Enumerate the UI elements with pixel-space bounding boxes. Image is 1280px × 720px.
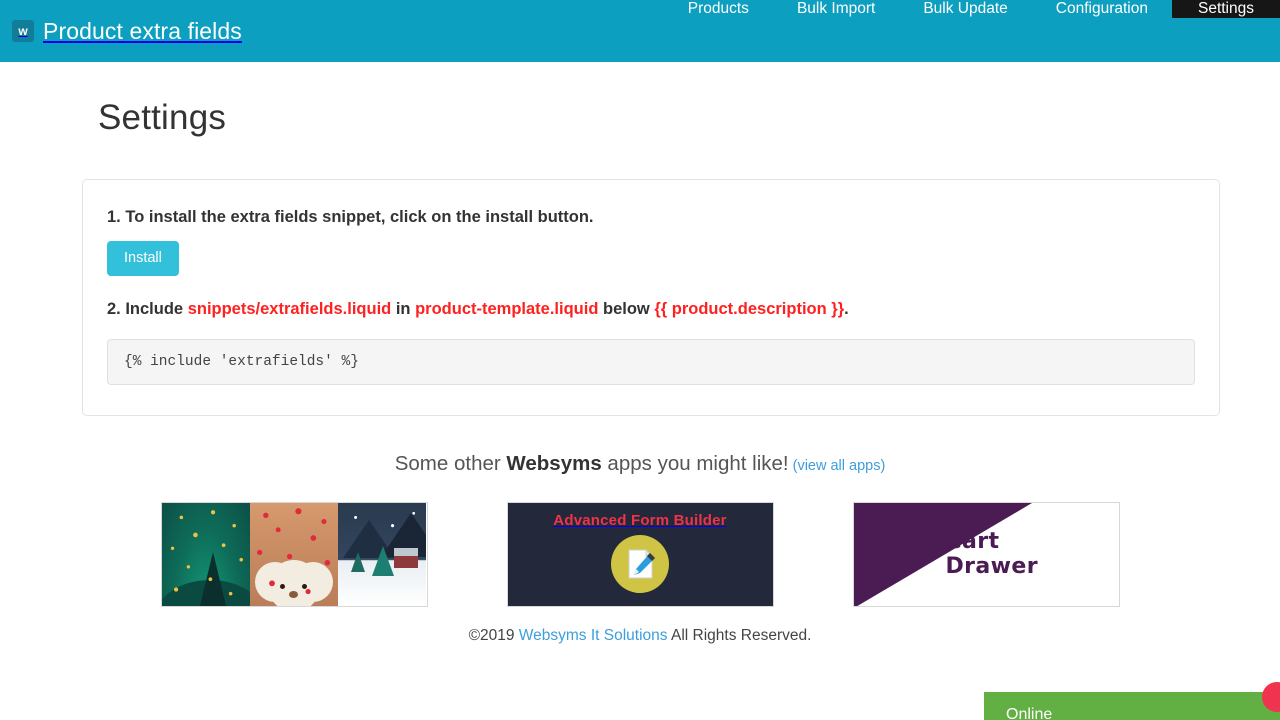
footer: ©2019 Websyms It Solutions All Rights Re…	[60, 627, 1220, 645]
nav-link-configuration[interactable]: Configuration	[1032, 0, 1172, 18]
house-icon	[394, 548, 419, 569]
page-body: Settings 1. To install the extra fields …	[0, 62, 1280, 720]
promo-heading-prefix: Some other	[394, 452, 507, 476]
brand-link[interactable]: w Product extra fields	[0, 0, 242, 62]
pine-tree-icon	[200, 552, 227, 607]
nav-link-settings[interactable]: Settings	[1171, 0, 1280, 18]
holiday-apps-banner[interactable]	[160, 502, 428, 608]
footer-rights: All Rights Reserved.	[667, 627, 812, 645]
settings-panel: 1. To install the extra fields snippet, …	[82, 179, 1220, 417]
step-2-prefix: 2. Include	[107, 300, 188, 319]
chat-widget[interactable]: Online	[984, 692, 1280, 720]
promo-card-row: Advanced Form Builder Cart Drawer	[60, 502, 1220, 608]
nav-links: Products Bulk Import Bulk Update Configu…	[664, 0, 1280, 62]
template-file-name: product-template.liquid	[415, 300, 599, 319]
nav-item-configuration: Configuration	[1032, 0, 1172, 62]
hills-shape	[161, 580, 250, 607]
liquid-tag: {{ product.description }}	[654, 300, 845, 319]
step-2-text: 2. Include snippets/extrafields.liquid i…	[107, 298, 1195, 321]
step-2-mid-2: below	[598, 300, 655, 319]
nav-link-products[interactable]: Products	[664, 0, 773, 18]
nav-item-settings: Settings	[1171, 0, 1280, 62]
code-snippet-box[interactable]: {% include 'extrafields' %}	[107, 339, 1195, 386]
chat-status-label: Online	[1006, 706, 1053, 720]
form-builder-title: Advanced Form Builder	[553, 512, 727, 530]
promo-heading: Some other Websyms apps you might like!(…	[60, 452, 1220, 476]
nav-item-bulk-update: Bulk Update	[899, 0, 1031, 62]
footer-copyright: ©2019	[468, 627, 519, 645]
promo-heading-brand: Websyms	[506, 452, 602, 476]
nav-link-bulk-import[interactable]: Bulk Import	[773, 0, 899, 18]
holiday-pane-bear	[249, 503, 339, 607]
form-builder-art: Advanced Form Builder	[507, 503, 773, 607]
step-1-text: 1. To install the extra fields snippet, …	[107, 208, 594, 226]
step-2-suffix: .	[844, 300, 849, 319]
holiday-pane-stars	[161, 503, 250, 607]
page-title: Settings	[98, 98, 227, 137]
cart-drawer-banner[interactable]: Cart Drawer	[852, 502, 1120, 608]
document-pencil-icon	[611, 535, 669, 594]
install-button[interactable]: Install	[107, 241, 179, 277]
nav-link-bulk-update[interactable]: Bulk Update	[899, 0, 1031, 18]
brand-title: Product extra fields	[43, 17, 242, 44]
step-2-mid-1: in	[391, 300, 416, 319]
holiday-banner-art	[161, 503, 427, 607]
teddy-bear-icon	[267, 560, 320, 607]
snippet-file-name: snippets/extrafields.liquid	[187, 300, 392, 319]
holiday-pane-village	[338, 503, 427, 607]
fir-tree-icon	[371, 546, 394, 577]
view-all-apps-link[interactable]: (view all apps)	[793, 458, 886, 474]
promo-heading-suffix: apps you might like!	[601, 452, 789, 476]
w-logo-icon: w	[12, 20, 34, 42]
fir-tree-icon-2	[350, 552, 365, 573]
footer-company-link[interactable]: Websyms It Solutions	[519, 627, 668, 644]
advanced-form-builder-banner[interactable]: Advanced Form Builder	[506, 502, 774, 608]
nav-item-bulk-import: Bulk Import	[773, 0, 899, 62]
nav-item-products: Products	[664, 0, 773, 62]
top-navbar: w Product extra fields Products Bulk Imp…	[0, 0, 1280, 62]
